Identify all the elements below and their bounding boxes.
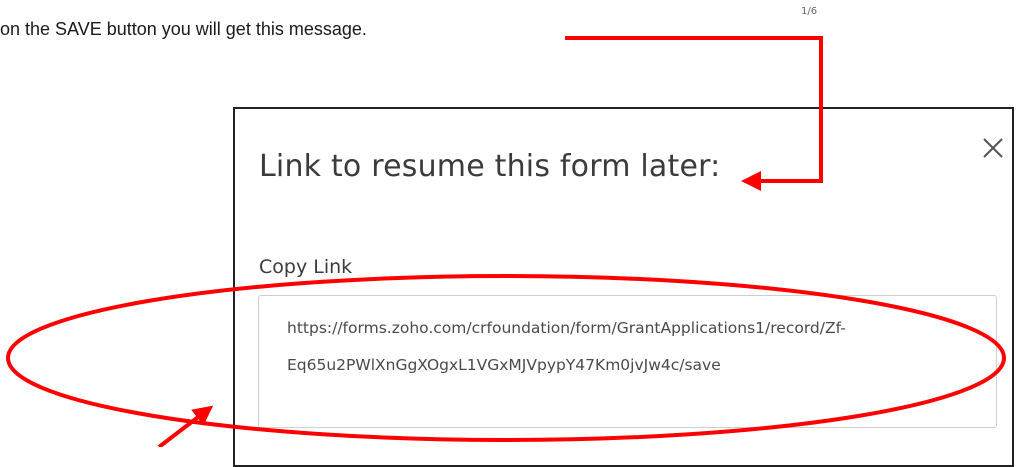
copy-link-label: Copy Link (259, 256, 353, 278)
page-number: 1/6 (801, 6, 818, 17)
dialog-title: Link to resume this form later: (259, 149, 721, 184)
resume-link-dialog: Link to resume this form later: Copy Lin… (233, 107, 1014, 467)
close-icon[interactable] (980, 135, 1006, 161)
resume-link-line-1: https://forms.zoho.com/crfoundation/form… (287, 319, 846, 337)
annotation-arrow-to-link (157, 405, 214, 447)
resume-link-line-2: Eq65u2PWlXnGgXOgxL1VGxMJVpypY47Km0jvJw4c… (287, 356, 721, 374)
instruction-caption: on the SAVE button you will get this mes… (0, 19, 367, 39)
resume-link-field[interactable]: https://forms.zoho.com/crfoundation/form… (258, 295, 997, 428)
